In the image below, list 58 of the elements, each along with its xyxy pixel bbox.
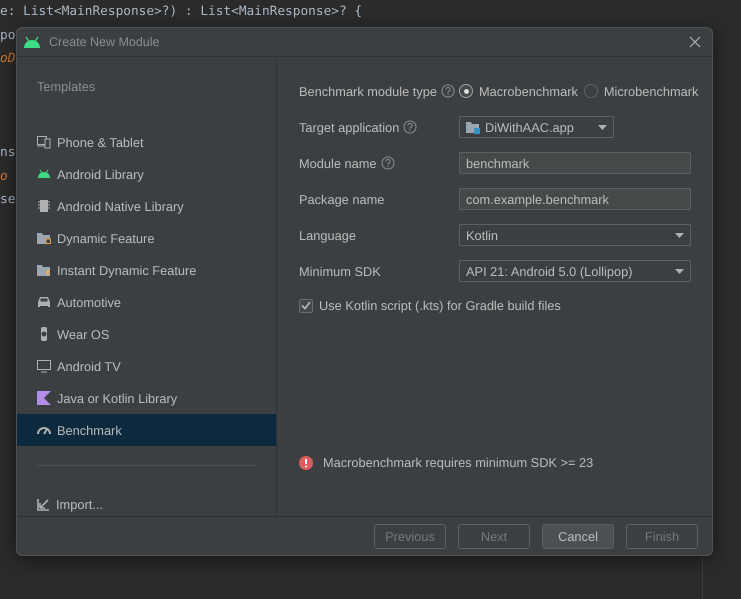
- code-line: o: [0, 168, 8, 186]
- template-item[interactable]: Java or Kotlin Library: [17, 382, 276, 414]
- template-item[interactable]: Android TV: [17, 350, 276, 382]
- target-app-dropdown[interactable]: DiWithAAC.app: [459, 116, 614, 138]
- radio-label: Microbenchmark: [604, 84, 698, 98]
- android-icon: [23, 36, 41, 48]
- template-item[interactable]: Instant Dynamic Feature: [17, 254, 276, 286]
- field-label: Target application: [299, 120, 400, 134]
- close-button[interactable]: [688, 35, 702, 49]
- dropdown[interactable]: API 21: Android 5.0 (Lollipop): [459, 260, 691, 282]
- folder-icon: [466, 120, 480, 134]
- kotlin-icon: [37, 391, 51, 405]
- text-field[interactable]: benchmark: [459, 152, 691, 174]
- dialog-title: Create New Module: [49, 35, 160, 49]
- radio-button[interactable]: [584, 84, 598, 98]
- code-line: ns: [0, 144, 16, 162]
- monitor-icon: [37, 359, 51, 373]
- folder-icon: [37, 263, 51, 277]
- field-label: Language: [299, 228, 356, 242]
- code-line: e: List<MainResponse>?) : List<MainResponse>? {: [0, 3, 362, 21]
- template-item[interactable]: Wear OS: [17, 318, 276, 350]
- template-item[interactable]: Automotive: [17, 286, 276, 318]
- template-item[interactable]: Benchmark: [17, 414, 276, 446]
- sidebar-heading: Templates: [36, 79, 96, 94]
- radio-label: Macrobenchmark: [479, 84, 578, 98]
- error-icon: [299, 456, 313, 470]
- dropdown[interactable]: Kotlin: [459, 224, 691, 246]
- help-icon[interactable]: [380, 156, 395, 170]
- error-message: Macrobenchmark requires minimum SDK >= 23: [323, 455, 594, 470]
- template-item[interactable]: Android Native Library: [17, 190, 276, 222]
- import-link[interactable]: Import...: [17, 488, 276, 520]
- caret-icon: [675, 232, 684, 238]
- field-label: Minimum SDK: [299, 264, 381, 278]
- help-icon[interactable]: [403, 120, 418, 134]
- folder-icon: [37, 231, 51, 245]
- template-item[interactable]: Dynamic Feature: [17, 222, 276, 254]
- caret-icon: [675, 268, 684, 274]
- checkmark-icon: [301, 301, 311, 310]
- code-line: se: [0, 191, 16, 209]
- code-line: oD: [0, 50, 16, 68]
- text-field[interactable]: com.example.benchmark: [459, 188, 691, 210]
- field-label: Package name: [299, 192, 384, 206]
- dialog-button[interactable]: Cancel: [542, 524, 614, 548]
- code-line: po: [0, 26, 16, 44]
- devices-icon: [37, 135, 51, 149]
- import-icon: [37, 498, 50, 510]
- field-label: Benchmark module type: [299, 84, 437, 98]
- field-label: Module name: [299, 156, 377, 170]
- chip-icon: [37, 199, 51, 213]
- help-icon[interactable]: [441, 84, 455, 98]
- radio-button[interactable]: [459, 84, 473, 98]
- car-icon: [37, 295, 51, 309]
- android-icon: [37, 167, 51, 181]
- template-item[interactable]: Android Library: [17, 158, 276, 190]
- checkbox-label: Use Kotlin script (.kts) for Gradle build files: [319, 298, 561, 313]
- checkbox[interactable]: [299, 298, 313, 312]
- caret-icon: [598, 124, 607, 130]
- template-item[interactable]: Phone & Tablet: [17, 126, 276, 158]
